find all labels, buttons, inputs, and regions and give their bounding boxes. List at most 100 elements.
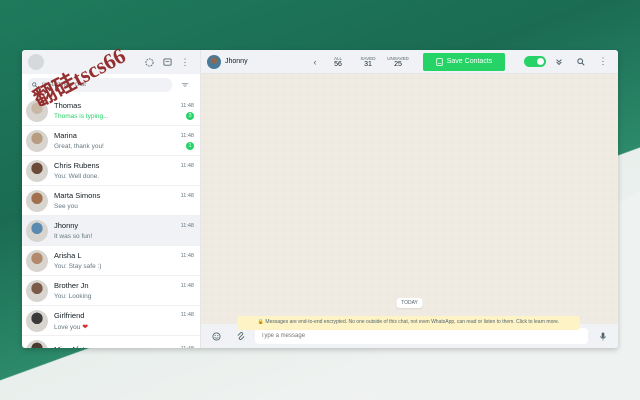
message-input[interactable] <box>255 328 588 344</box>
chat-last-message: You: Looking <box>54 293 91 300</box>
chat-time: 11:48 <box>180 312 194 318</box>
chat-avatar <box>26 339 48 348</box>
chat-name: Brother Jn <box>54 281 89 290</box>
chat-name: Miss Afata <box>54 345 89 349</box>
search-icon <box>32 82 38 88</box>
menu-icon[interactable]: ⋮ <box>594 53 612 71</box>
chat-last-message: Love you ❤ <box>54 323 88 331</box>
filter-icon[interactable] <box>176 76 194 94</box>
status-icon[interactable] <box>140 53 158 71</box>
chevron-left-icon[interactable]: ‹ <box>309 57 321 67</box>
chat-time: 11:48 <box>180 132 194 139</box>
encryption-notice[interactable]: 🔒 Messages are end-to-end encrypted. No … <box>237 316 580 330</box>
chat-body: Thomas 11:48 Thomas is typing... 3 <box>54 101 194 120</box>
chat-avatar <box>26 249 48 272</box>
stat-saved: SAVED 31 <box>355 56 381 68</box>
chat-avatar <box>26 99 48 122</box>
chat-time: 11:48 <box>180 282 194 289</box>
stat-unsaved-value: 25 <box>394 60 402 68</box>
date-chip: TODAY <box>396 298 423 308</box>
message-area[interactable]: TODAY 🔒 Messages are end-to-end encrypte… <box>201 74 618 330</box>
chat-name: Chris Rubens <box>54 161 100 170</box>
chat-last-message: It was so fun! <box>54 233 92 240</box>
save-contacts-button[interactable]: Save Contacts <box>423 52 505 71</box>
chat-item[interactable]: Marina 11:48 Great, thank you! 1 <box>22 126 200 156</box>
chat-avatar <box>26 279 48 302</box>
stat-unsaved: UNSAVED 25 <box>385 56 411 68</box>
sidebar-header: ⋮ <box>22 50 200 74</box>
chat-time: 11:48 <box>180 252 194 259</box>
encryption-notice-text: Messages are end-to-end encrypted. No on… <box>265 319 560 325</box>
stat-all-value: 56 <box>334 60 342 68</box>
chat-body: Jhonny 11:48 It was so fun! <box>54 221 194 240</box>
chat-last-message: You: Stay safe :) <box>54 263 101 270</box>
chat-name: Marta Simons <box>54 191 101 200</box>
my-avatar[interactable] <box>28 54 44 70</box>
chat-avatar <box>26 129 48 152</box>
chat-name: Thomas <box>54 101 82 110</box>
chat-item[interactable]: Thomas 11:48 Thomas is typing... 3 <box>22 96 200 126</box>
chat-item[interactable]: Brother Jn 11:48 You: Looking <box>22 276 200 306</box>
chat-time: 11:48 <box>180 222 194 229</box>
contact-avatar[interactable] <box>207 54 221 69</box>
chat-body: Arisha L 11:48 You: Stay safe :) <box>54 251 194 270</box>
chat-body: Chris Rubens 11:48 You: Well done. <box>54 161 194 180</box>
contact-name[interactable]: Jhonny <box>225 58 305 65</box>
chat-avatar <box>26 189 48 212</box>
chat-sidebar: ⋮ Thomas 11:48 Thomas is typing... 3 Marina 1… <box>22 50 201 348</box>
chat-item[interactable]: Marta Simons 11:48 See you <box>22 186 200 216</box>
menu-icon[interactable]: ⋮ <box>176 53 194 71</box>
lock-icon: 🔒 <box>257 319 265 325</box>
chat-name: Marina <box>54 131 77 140</box>
stat-unsaved-label: UNSAVED <box>387 55 409 61</box>
chat-avatar <box>26 219 48 242</box>
chat-last-message: See you <box>54 203 78 210</box>
chat-body: Brother Jn 11:48 You: Looking <box>54 281 194 300</box>
chat-item[interactable]: Chris Rubens 11:48 You: Well done. <box>22 156 200 186</box>
chat-last-message-text: You: Stay safe :) <box>54 263 102 270</box>
heart-icon: ❤ <box>82 323 89 331</box>
chat-item[interactable]: Arisha L 11:48 You: Stay safe :) <box>22 246 200 276</box>
chat-last-message: You: Well done. <box>54 173 99 180</box>
chat-list: Thomas 11:48 Thomas is typing... 3 Marina 11:… <box>22 96 200 348</box>
chat-time: 11:48 <box>180 162 194 169</box>
chat-last-message-text: Thomas is typing... <box>54 113 109 120</box>
search-row <box>22 74 200 96</box>
chat-avatar <box>26 159 48 182</box>
search-box[interactable] <box>28 78 172 92</box>
chevrons-down-icon[interactable] <box>550 53 568 71</box>
unread-badge: 1 <box>186 142 194 150</box>
chat-time: 11:48 <box>180 102 194 109</box>
microphone-icon[interactable] <box>594 327 612 345</box>
search-input[interactable] <box>41 82 168 88</box>
extension-toggle[interactable] <box>524 56 546 67</box>
chat-last-message-text: See you <box>54 203 78 210</box>
chat-last-message-text: It was so fun! <box>54 233 93 240</box>
stat-all: ALL 56 <box>325 56 351 68</box>
conversation-panel: Jhonny ‹ ALL 56 SAVED 31 UNSAVED 25 Save… <box>201 50 618 348</box>
chat-item[interactable]: Miss Afata 11:48 <box>22 336 200 348</box>
stat-saved-value: 31 <box>364 60 372 68</box>
chat-last-message-text: Great, thank you! <box>54 143 104 150</box>
chat-body: Marta Simons 11:48 See you <box>54 191 194 210</box>
conversation-header: Jhonny ‹ ALL 56 SAVED 31 UNSAVED 25 Save… <box>201 50 618 74</box>
contact-card-icon <box>436 57 443 66</box>
chat-last-message: Great, thank you! <box>54 143 104 150</box>
chat-name: Girlfriend <box>54 310 85 320</box>
whatsapp-window: ⋮ Thomas 11:48 Thomas is typing... 3 Marina 1… <box>22 50 618 348</box>
chat-item[interactable]: Girlfriend 11:48 Love you ❤ <box>22 306 200 336</box>
chat-body: Miss Afata 11:48 <box>54 345 194 349</box>
chat-last-message-text: You: Looking <box>54 293 92 300</box>
chat-name: Arisha L <box>54 251 82 260</box>
search-icon[interactable] <box>572 53 590 71</box>
chat-last-message-text: Love you <box>54 323 81 331</box>
chat-body: Girlfriend 11:48 Love you ❤ <box>54 311 194 331</box>
chat-last-message: Thomas is typing... <box>54 113 109 120</box>
new-chat-icon[interactable] <box>158 53 176 71</box>
chat-last-message-text: You: Well done. <box>54 173 100 180</box>
chat-item[interactable]: Jhonny 11:48 It was so fun! <box>22 216 200 246</box>
emoji-icon[interactable] <box>207 327 225 345</box>
attach-icon[interactable] <box>231 327 249 345</box>
chat-avatar <box>26 309 48 332</box>
chat-time: 11:48 <box>181 346 194 348</box>
